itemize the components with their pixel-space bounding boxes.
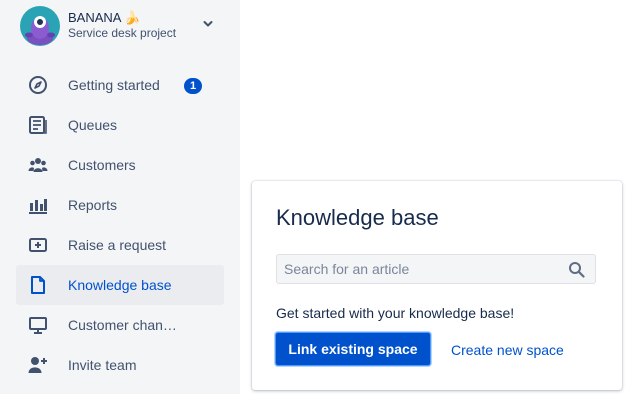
sidebar-item-label: Getting started	[68, 77, 160, 93]
helper-text: Get started with your knowledge base!	[276, 305, 515, 321]
compass-icon	[29, 76, 47, 94]
create-new-space-link[interactable]: Create new space	[451, 342, 564, 358]
page-icon	[31, 276, 45, 294]
sidebar-item-reports[interactable]: Reports	[16, 185, 224, 225]
queues-icon	[29, 116, 47, 134]
search-icon[interactable]	[568, 261, 585, 278]
sidebar-item-raise-request[interactable]: Raise a request	[16, 225, 224, 265]
screen-icon	[29, 317, 47, 334]
project-avatar-icon	[20, 6, 60, 46]
sidebar-item-label: Customers	[68, 157, 136, 173]
project-name: BANANA 🍌	[68, 10, 141, 25]
sidebar-item-label: Customer chan…	[68, 317, 177, 333]
search-input[interactable]	[284, 260, 564, 278]
sidebar-item-queues[interactable]: Queues	[16, 105, 224, 145]
sidebar: BANANA 🍌 Service desk project Getting st…	[0, 0, 240, 394]
sidebar-item-knowledge-base[interactable]: Knowledge base	[16, 265, 224, 305]
sidebar-item-label: Queues	[68, 117, 118, 133]
knowledge-base-card: Knowledge base Get started with your kno…	[252, 181, 622, 390]
sidebar-item-invite-team[interactable]: Invite team	[16, 345, 224, 385]
article-search[interactable]	[276, 254, 596, 284]
project-header[interactable]: BANANA 🍌 Service desk project	[20, 6, 230, 46]
card-title: Knowledge base	[276, 205, 439, 230]
sidebar-item-customer-channels[interactable]: Customer chan…	[16, 305, 224, 345]
graph-bar-icon	[29, 199, 47, 214]
sidebar-item-label: Knowledge base	[68, 277, 172, 293]
invite-team-icon	[28, 357, 47, 373]
link-existing-space-button[interactable]: Link existing space	[275, 332, 431, 366]
people-icon	[28, 158, 48, 172]
sidebar-item-label: Raise a request	[68, 237, 167, 253]
sidebar-item-getting-started[interactable]: Getting started 1	[16, 65, 224, 105]
sidebar-item-label: Reports	[68, 197, 118, 213]
sidebar-item-label: Invite team	[68, 357, 137, 373]
chevron-down-icon[interactable]	[200, 16, 216, 32]
notification-badge: 1	[184, 78, 202, 94]
add-item-icon	[29, 238, 47, 252]
sidebar-item-customers[interactable]: Customers	[16, 145, 224, 185]
project-type: Service desk project	[68, 26, 177, 40]
